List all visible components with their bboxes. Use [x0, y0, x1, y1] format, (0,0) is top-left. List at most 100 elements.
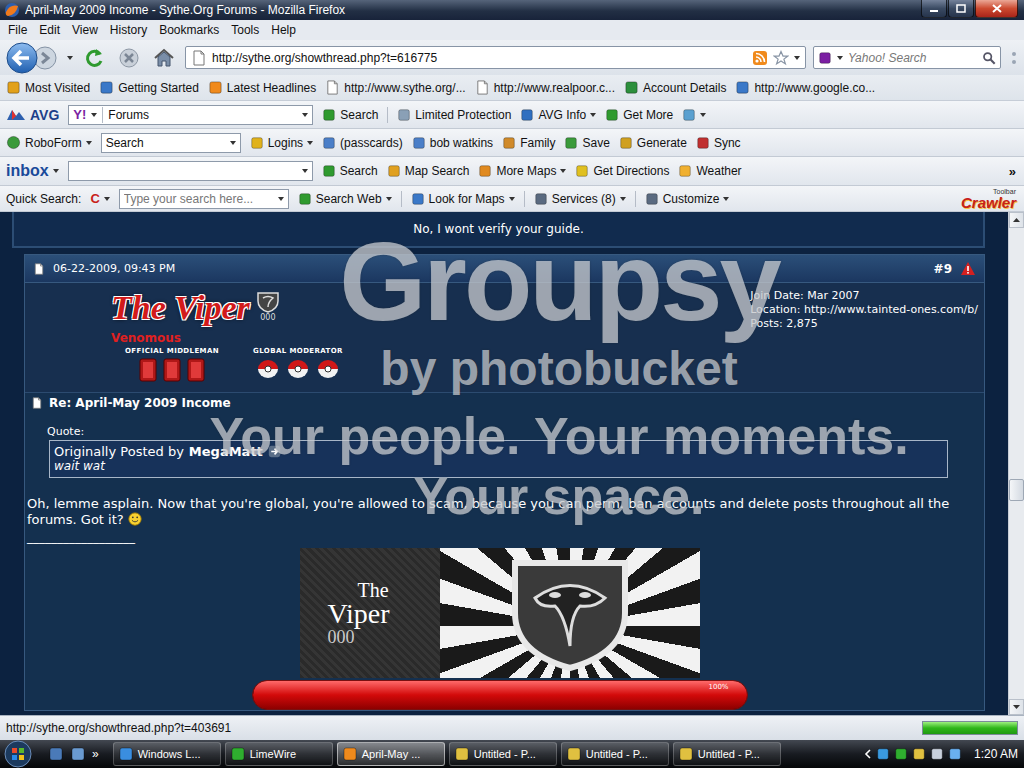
history-dropdown-icon[interactable]: [67, 56, 73, 60]
roboform-toolbar-item[interactable]: Family: [502, 136, 555, 150]
roboform-toolbar-item[interactable]: Generate: [619, 136, 687, 150]
tray-icon[interactable]: [876, 747, 890, 761]
taskbar-app-icon: [342, 746, 358, 762]
tray-icon[interactable]: [930, 747, 944, 761]
roboform-toolbar-item[interactable]: Logins: [250, 136, 313, 150]
show-desktop-icon[interactable]: [48, 746, 64, 762]
bookmark-icon: [624, 80, 639, 95]
roboform-toolbar-item[interactable]: bob watkins: [412, 136, 493, 150]
inbox-logo[interactable]: inbox: [6, 162, 59, 180]
address-bar[interactable]: http://sythe.org/showthread.php?t=616775: [185, 46, 806, 69]
taskbar-button[interactable]: Windows L...: [113, 742, 221, 766]
bookmark-item[interactable]: http://www.realpoor.c...: [475, 80, 615, 95]
url-dropdown-icon[interactable]: [794, 56, 800, 60]
roboform-toolbar-item[interactable]: Sync: [696, 136, 741, 150]
username-logo[interactable]: The Viper: [111, 287, 250, 329]
quick-search-item[interactable]: Customize: [645, 192, 730, 206]
taskbar-button[interactable]: Untitled - P...: [561, 742, 669, 766]
avg-search-field[interactable]: Y!Forums: [68, 105, 313, 125]
crawler-logo[interactable]: ToolbarCrawler: [961, 188, 1020, 210]
reload-button[interactable]: [80, 44, 108, 72]
maximize-button[interactable]: [948, 0, 974, 18]
tray-icon[interactable]: [894, 747, 908, 761]
inbox-toolbar-item[interactable]: Map Search: [387, 164, 470, 178]
bookmark-item[interactable]: Latest Headlines: [208, 80, 316, 95]
bookmark-item[interactable]: Most Visited: [6, 80, 90, 95]
bookmark-star-icon[interactable]: [773, 50, 789, 66]
avg-toolbar-item[interactable]: Search: [322, 108, 378, 122]
post-text: Oh, lemme asplain. Now that you're globa…: [27, 496, 972, 528]
home-icon: [153, 47, 175, 69]
inbox-toolbar-item[interactable]: Get Directions: [575, 164, 669, 178]
vertical-scrollbar[interactable]: [1008, 212, 1024, 715]
tray-expand-icon[interactable]: [864, 749, 872, 759]
scroll-up-button[interactable]: [1009, 212, 1024, 228]
moderator-ball-icon: [286, 358, 310, 378]
close-button[interactable]: [975, 0, 1018, 18]
back-forward-icon[interactable]: [6, 42, 60, 74]
start-button[interactable]: [0, 740, 36, 768]
bookmark-item[interactable]: Getting Started: [99, 80, 199, 95]
avg-extra-button[interactable]: [682, 108, 706, 122]
taskbar-button[interactable]: April-May ...: [337, 742, 445, 766]
avg-toolbar-item[interactable]: Limited Protection: [397, 108, 511, 122]
menu-item[interactable]: Edit: [33, 20, 66, 40]
history-dropdown-icon[interactable]: [302, 113, 308, 117]
user-rank: Venomous: [111, 331, 343, 345]
quick-search-item[interactable]: Search Web: [298, 192, 392, 206]
yahoo-icon: [818, 51, 832, 65]
search-box[interactable]: Yahoo! Search: [813, 46, 1001, 69]
bookmark-item[interactable]: Account Details: [624, 80, 726, 95]
menu-item[interactable]: History: [104, 20, 153, 40]
roboform-logo[interactable]: RoboForm: [6, 135, 92, 150]
inbox-toolbar-item[interactable]: More Maps: [478, 164, 566, 178]
quick-search-field[interactable]: Type your search here...: [119, 189, 289, 209]
tray-icon[interactable]: [912, 747, 926, 761]
toolbar-overflow-button[interactable]: »: [1009, 164, 1020, 179]
dropdown-arrow-icon: [700, 113, 706, 117]
roboform-toolbar-item[interactable]: (passcards): [322, 136, 403, 150]
inbox-toolbar-item[interactable]: Weather: [678, 164, 741, 178]
switch-windows-icon[interactable]: [70, 746, 86, 762]
menu-item[interactable]: File: [2, 20, 33, 40]
quick-search-item[interactable]: Services (8): [534, 192, 626, 206]
previous-post-signature: No, I wont verify your guide.: [12, 212, 985, 248]
forum-page: No, I wont verify your guide.06-22-2009,…: [0, 212, 1008, 715]
view-post-icon[interactable]: [268, 445, 281, 458]
roboform-search-field[interactable]: Search: [101, 133, 241, 153]
search-engine-picker[interactable]: C: [90, 191, 109, 206]
quick-launch-more[interactable]: »: [92, 747, 99, 761]
tray-icon[interactable]: [948, 747, 962, 761]
menu-item[interactable]: Help: [265, 20, 302, 40]
minimize-button[interactable]: [921, 0, 947, 18]
taskbar-button[interactable]: Untitled - P...: [673, 742, 781, 766]
taskbar-button[interactable]: LimeWire: [225, 742, 333, 766]
menu-item[interactable]: Tools: [225, 20, 265, 40]
scroll-down-button[interactable]: [1009, 699, 1024, 715]
bookmark-item[interactable]: http://www.sythe.org/...: [325, 80, 465, 95]
menu-item[interactable]: View: [66, 20, 104, 40]
menu-item[interactable]: Bookmarks: [153, 20, 225, 40]
taskbar-app-icon: [566, 746, 582, 762]
quick-search-item[interactable]: Look for Maps: [411, 192, 515, 206]
post-number[interactable]: #9: [934, 262, 952, 276]
firefox-icon: [4, 2, 20, 18]
avg-toolbar-item[interactable]: AVG Info: [520, 108, 596, 122]
engine-dropdown-icon[interactable]: [91, 113, 97, 117]
bookmark-item[interactable]: http://www.google.co...: [735, 80, 875, 95]
stop-button[interactable]: [115, 44, 143, 72]
taskbar-button[interactable]: Untitled - P...: [449, 742, 557, 766]
moderator-ball-icon: [256, 358, 280, 378]
quote-author[interactable]: MegaMatt: [189, 444, 263, 459]
avg-toolbar-item[interactable]: Get More: [605, 108, 673, 122]
home-button[interactable]: [150, 44, 178, 72]
report-warning-icon[interactable]: [960, 261, 976, 277]
dropdown-arrow-icon: [386, 197, 392, 201]
scroll-thumb[interactable]: [1009, 479, 1024, 501]
avg-logo[interactable]: AVG: [6, 107, 59, 123]
roboform-toolbar-item[interactable]: Save: [564, 136, 609, 150]
inbox-toolbar-item[interactable]: Search: [322, 164, 378, 178]
engine-dropdown-icon[interactable]: [837, 56, 843, 60]
inbox-search-field[interactable]: [68, 161, 313, 181]
magnifier-icon[interactable]: [982, 51, 996, 65]
